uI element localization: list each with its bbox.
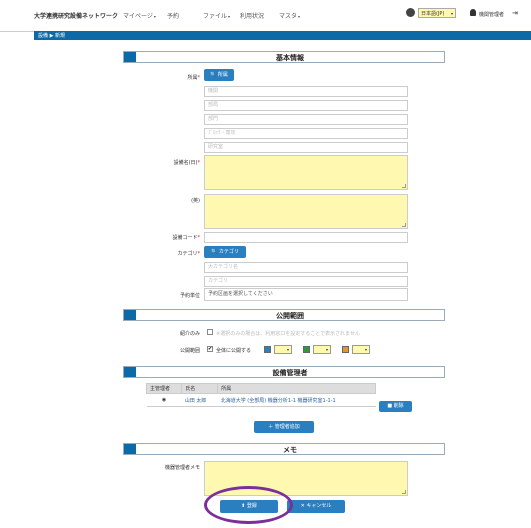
section-publication: 公開範囲 — [123, 309, 445, 321]
manager-name[interactable]: 山田 太郎 — [181, 393, 218, 407]
equipment-name-en-label: (英) — [191, 198, 200, 204]
table-header-row: 主管理者 氏名 所属 — [145, 383, 376, 394]
user-icon — [470, 9, 476, 16]
equipment-name-en-textarea[interactable] — [204, 194, 408, 229]
top-navbar: 大学連携研究設備ネットワーク マイページ▾ 予約 ファイル▾ 利用状況 マスタ▾… — [0, 0, 531, 32]
color-swatch-orange[interactable] — [342, 346, 349, 353]
section-title: 公開範囲 — [276, 312, 304, 320]
primary-radio[interactable]: ◉ — [146, 393, 182, 407]
color-swatch-blue[interactable] — [264, 346, 271, 353]
color-swatch-green[interactable] — [303, 346, 310, 353]
scope-checkbox[interactable]: ✔ — [207, 346, 213, 352]
manager-table: 主管理者 氏名 所属 ◉ 山田 太郎 北海道大学 (全部局) 機器分析1-1 機… — [145, 383, 376, 407]
equipment-code-label: 設備コード* — [172, 235, 200, 241]
reservation-unit-select[interactable]: 予約区画を選択してください — [204, 288, 408, 301]
breadcrumb-bar: 設備 ▶ 新規 — [34, 31, 531, 40]
section-memo: メモ — [123, 443, 445, 455]
section-marker — [124, 310, 136, 320]
logout-icon[interactable]: ⇥ — [512, 9, 518, 17]
laboratory-field[interactable]: 研究室 — [204, 142, 408, 153]
column-header: 主管理者 — [145, 383, 183, 394]
section-manager: 設備管理者 — [123, 366, 445, 378]
column-header: 氏名 — [181, 383, 219, 394]
section-title: 基本情報 — [276, 54, 304, 62]
chevron-down-icon: ▾ — [450, 11, 453, 16]
major-category-field[interactable]: 大カテゴリ名 — [204, 262, 408, 273]
chevron-down-icon: ▾ — [228, 14, 231, 19]
intro-only-checkbox[interactable] — [207, 329, 213, 335]
language-select[interactable]: 日本語(JP) ▾ — [418, 8, 456, 18]
scope-select-3[interactable]: ▾ — [352, 345, 370, 354]
section-marker — [124, 52, 136, 62]
section-basic-info: 基本情報 — [123, 51, 445, 63]
division-field[interactable]: 部門 — [204, 114, 408, 125]
memo-label: 機器管理者メモ — [164, 465, 200, 471]
cancel-button[interactable]: ✕ キャンセル — [287, 500, 345, 513]
section-marker — [124, 444, 136, 454]
search-icon: 🔍 — [210, 72, 217, 78]
table-row: ◉ 山田 太郎 北海道大学 (全部局) 機器分析1-1 機器研究室1-1-1 — [146, 393, 376, 407]
intro-only-note: ※選択のみの場合は、利用窓口を設定することで表示されません — [216, 331, 360, 337]
trash-icon: ■ — [387, 403, 393, 409]
chevron-down-icon: ▾ — [298, 14, 301, 19]
plus-icon: ＋ — [268, 424, 274, 430]
equipment-name-ja-textarea[interactable] — [204, 155, 408, 190]
reservation-unit-label: 予約単位 — [179, 293, 200, 299]
category-label: カテゴリ* — [177, 251, 200, 257]
section-marker — [124, 367, 136, 377]
affiliation-button[interactable]: 🔍 所属 — [204, 69, 234, 81]
highlight-circle — [204, 486, 293, 524]
section-title: 設備管理者 — [272, 369, 308, 377]
globe-icon — [406, 8, 415, 17]
affiliation-label: 所属* — [187, 75, 200, 81]
scope-label: 公開範囲 — [179, 348, 200, 354]
equipment-code-input[interactable] — [204, 232, 408, 243]
scope-select-1[interactable]: ▾ — [274, 345, 292, 354]
manager-org: 北海道大学 (全部局) 機器分析1-1 機器研究室1-1-1 — [217, 393, 376, 407]
department-field[interactable]: 部局 — [204, 100, 408, 111]
menu-mypage[interactable]: マイページ▾ — [123, 11, 156, 20]
section-title: メモ — [283, 446, 297, 454]
category-button[interactable]: 🔍 カテゴリ — [204, 246, 246, 258]
scope-select-2[interactable]: ▾ — [313, 345, 331, 354]
delete-manager-button[interactable]: ■ 削除 — [379, 401, 412, 412]
brand-title[interactable]: 大学連携研究設備ネットワーク — [34, 11, 118, 20]
intro-only-label: 紹介のみ — [179, 331, 200, 337]
menu-file[interactable]: ファイル▾ — [203, 11, 230, 20]
column-header: 所属 — [217, 383, 376, 394]
category-field[interactable]: カテゴリ — [204, 276, 408, 287]
scope-text: 全体に公開する — [216, 348, 252, 354]
menu-usage[interactable]: 利用状況 — [240, 11, 264, 20]
institution-field[interactable]: 機関 — [204, 86, 408, 97]
add-manager-button[interactable]: ＋ 管理者追加 — [254, 421, 314, 433]
breadcrumb[interactable]: 設備 ▶ 新規 — [38, 32, 65, 39]
chevron-down-icon: ▾ — [153, 14, 156, 19]
search-icon: 🔍 — [211, 249, 218, 255]
equipment-name-label: 設備名(日)* — [173, 160, 200, 166]
menu-master[interactable]: マスタ▾ — [279, 11, 300, 20]
menu-reservation[interactable]: 予約 — [167, 11, 179, 20]
close-icon: ✕ — [300, 503, 305, 509]
block-field[interactable]: ﾌﾞﾛｯｸ・専攻 — [204, 128, 408, 139]
user-name[interactable]: 機関管理者 — [479, 11, 504, 18]
